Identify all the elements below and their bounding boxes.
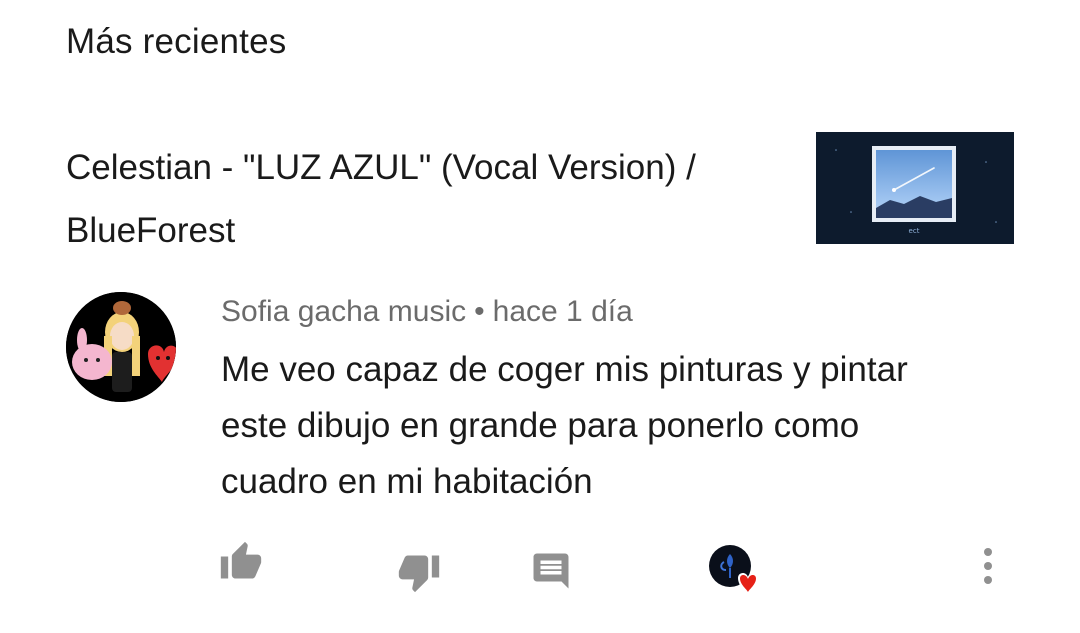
thumb-up-icon xyxy=(220,541,262,579)
user-avatar[interactable] xyxy=(66,292,176,402)
comment-text: Me veo capaz de coger mis pinturas y pin… xyxy=(221,350,908,501)
reply-button[interactable] xyxy=(530,550,572,592)
video-header[interactable]: Celestian - "LUZ AZUL" (Vocal Version) /… xyxy=(66,132,1016,250)
creator-heart-icon xyxy=(709,545,758,594)
meta-separator: • xyxy=(474,295,485,328)
comments-panel: Más recientes Celestian - "LUZ AZUL" (Vo… xyxy=(0,0,1080,633)
comment-actions xyxy=(0,540,1080,600)
thumb-down-icon xyxy=(398,555,440,593)
more-vertical-icon xyxy=(984,548,992,584)
avatar-image-icon xyxy=(66,292,176,402)
comment-author[interactable]: Sofia gacha music xyxy=(221,295,466,328)
more-button[interactable] xyxy=(974,546,1002,590)
comment-meta: Sofia gacha music • hace 1 día xyxy=(221,292,981,332)
like-button[interactable] xyxy=(218,540,264,584)
sort-label[interactable]: Más recientes xyxy=(66,22,286,62)
video-title[interactable]: Celestian - "LUZ AZUL" (Vocal Version) /… xyxy=(66,136,786,262)
creator-heart[interactable] xyxy=(708,544,768,600)
album-cover-thumbnail-icon: ect xyxy=(816,132,1014,244)
dislike-button[interactable] xyxy=(396,550,442,594)
video-thumbnail[interactable]: ect xyxy=(816,132,1014,244)
thumbnail-caption: ect xyxy=(909,227,920,235)
comment-time[interactable]: hace 1 día xyxy=(493,295,633,328)
comment-body: Sofia gacha music • hace 1 día Me veo capa… xyxy=(221,292,981,510)
reply-comment-icon xyxy=(533,553,569,589)
